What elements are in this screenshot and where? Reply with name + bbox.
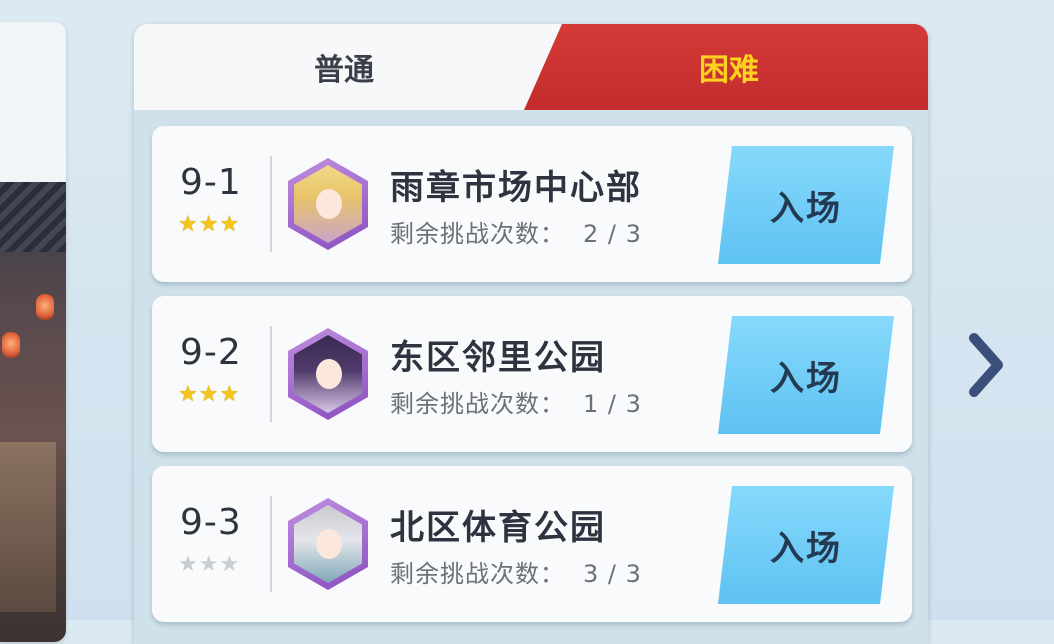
remaining-attempts: 剩余挑战次数： 2 / 3 [390,214,642,249]
star-icon: ★ [219,552,240,577]
star-icon: ★ [198,382,219,407]
difficulty-tabs: 普通 困难 [134,24,928,110]
star-icon: ★ [198,552,219,577]
enter-button[interactable]: 入场 [718,486,894,604]
divider [270,326,272,422]
divider [270,156,272,252]
stage-row-9-1: 9-1 ★ ★ ★ 雨章市场中心部 剩余挑战次数： 2 / 3 入场 [152,126,912,282]
background-art-image [0,182,66,642]
character-avatar [288,498,368,590]
stage-number: 9-3 [180,502,242,543]
stage-title: 雨章市场中心部 [390,168,642,208]
star-icon: ★ [178,212,198,237]
stage-row-9-2: 9-2 ★ ★ ★ 东区邻里公园 剩余挑战次数： 1 / 3 入场 [152,296,912,452]
enter-button[interactable]: 入场 [718,146,894,264]
star-icon: ★ [178,552,198,577]
stage-number: 9-2 [180,332,242,373]
stage-number: 9-1 [180,162,242,203]
remaining-attempts: 剩余挑战次数： 1 / 3 [390,384,642,419]
stage-select-panel: 普通 困难 9-1 ★ ★ ★ 雨章市场中心部 剩余挑战次数： 2 / 3 入场 … [134,24,928,644]
remaining-value: 2 / 3 [583,220,642,248]
remaining-value: 3 / 3 [583,560,642,588]
star-rating: ★ ★ ★ [178,554,239,576]
left-art-panel [0,22,66,642]
star-icon: ★ [219,382,240,407]
tab-hard-label: 困难 [699,53,759,88]
chevron-right-icon[interactable] [966,330,1006,400]
star-icon: ★ [178,382,198,407]
stage-title: 东区邻里公园 [390,338,606,378]
star-icon: ★ [198,212,219,237]
remaining-value: 1 / 3 [583,390,642,418]
star-icon: ★ [219,212,240,237]
star-rating: ★ ★ ★ [178,384,239,406]
tab-normal[interactable]: 普通 [134,24,554,110]
stage-title: 北区体育公园 [390,508,606,548]
stage-row-9-3: 9-3 ★ ★ ★ 北区体育公园 剩余挑战次数： 3 / 3 入场 [152,466,912,622]
remaining-label: 剩余挑战次数： [390,220,565,248]
character-avatar [288,328,368,420]
tab-hard[interactable]: 困难 [524,24,928,110]
remaining-label: 剩余挑战次数： [390,560,565,588]
character-avatar [288,158,368,250]
remaining-label: 剩余挑战次数： [390,390,565,418]
divider [270,496,272,592]
star-rating: ★ ★ ★ [178,214,239,236]
remaining-attempts: 剩余挑战次数： 3 / 3 [390,554,642,589]
enter-button[interactable]: 入场 [718,316,894,434]
